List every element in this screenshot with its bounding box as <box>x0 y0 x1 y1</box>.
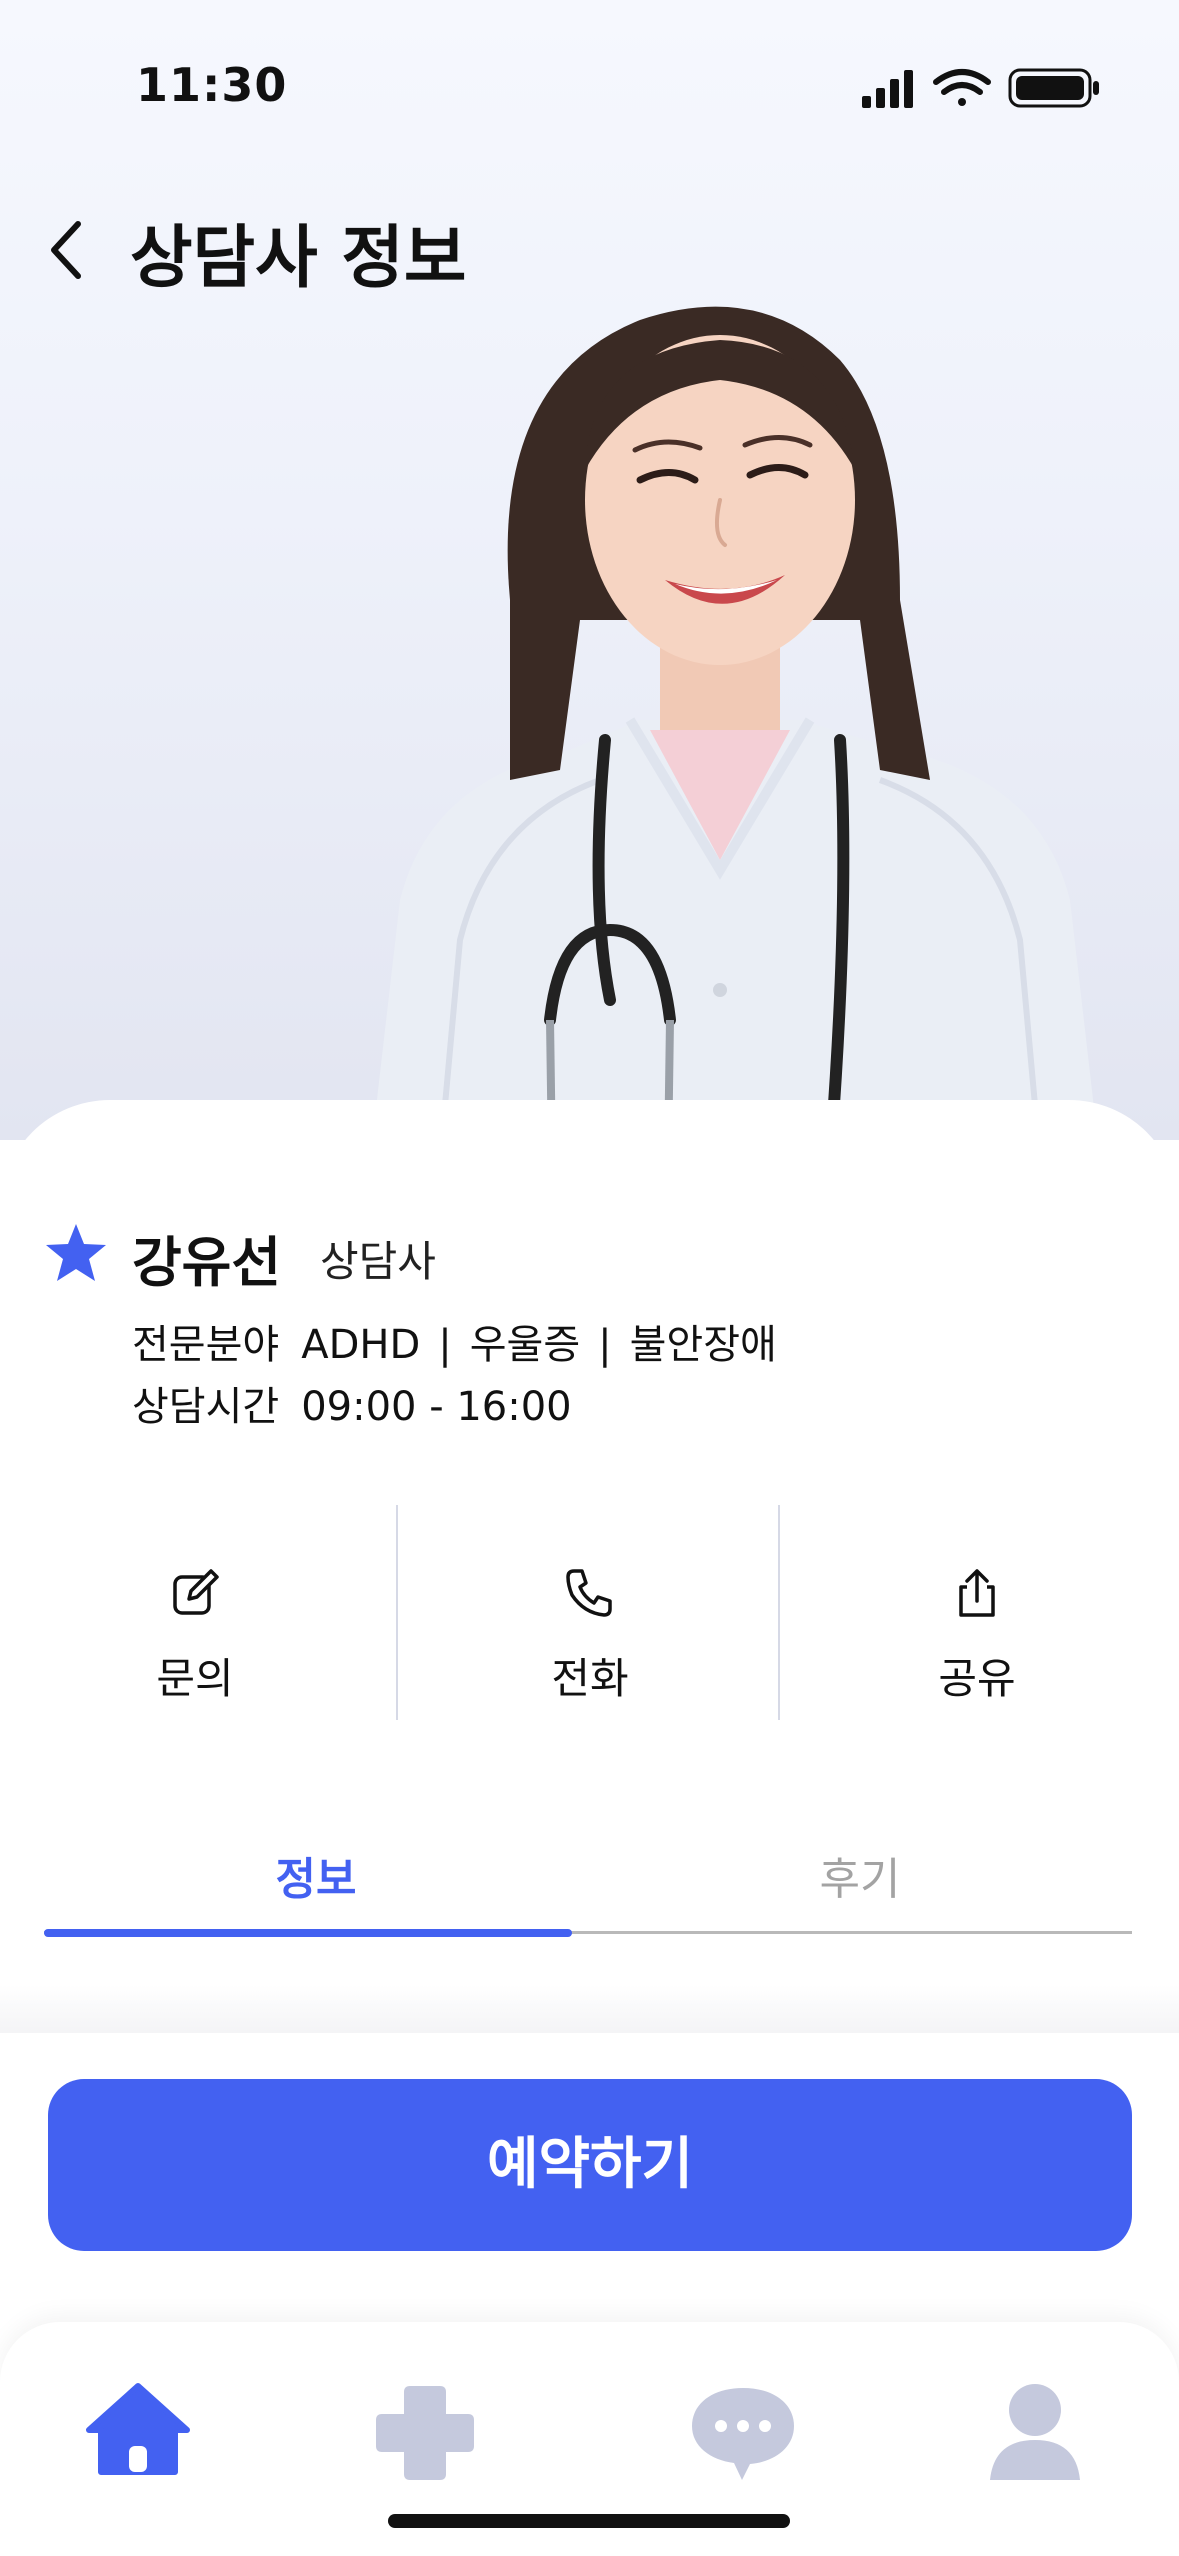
call-button[interactable]: 전화 <box>395 1505 785 1720</box>
separator: | <box>598 1322 612 1368</box>
specialty-line: 전문분야 ADHD | 우울증 | 불안장애 <box>132 1312 777 1370</box>
tab-bar-segment: 정보 후기 <box>44 1840 1132 1940</box>
counselor-photo <box>372 306 1098 1140</box>
phone-icon <box>566 1569 612 1617</box>
action-divider <box>778 1505 780 1720</box>
share-button[interactable]: 공유 <box>782 1505 1172 1720</box>
nav-header: 상담사 정보 <box>0 180 1179 320</box>
page-title: 상담사 정보 <box>130 219 467 298</box>
action-row: 문의 전화 공유 <box>0 1505 1179 1720</box>
medical-cross-icon[interactable] <box>370 2376 480 2486</box>
share-icon <box>959 1569 995 1617</box>
cellular-signal-icon <box>862 70 913 108</box>
wifi-icon <box>933 69 991 106</box>
hours-line: 상담시간 09:00 - 16:00 <box>132 1374 572 1432</box>
hours-value: 09:00 - 16:00 <box>301 1384 572 1430</box>
tab-indicator <box>44 1929 572 1937</box>
home-icon[interactable] <box>83 2376 193 2486</box>
scroll-fade <box>0 1985 1179 2033</box>
specialty-item: 우울증 <box>469 1322 581 1368</box>
hero-section: 11:30 상담사 정보 <box>0 0 1179 1140</box>
share-label: 공유 <box>938 1654 1016 1703</box>
call-label: 전화 <box>551 1654 629 1703</box>
inquiry-button[interactable]: 문의 <box>0 1505 390 1720</box>
battery-icon <box>1008 68 1099 108</box>
tab-info[interactable]: 정보 <box>44 1840 588 1930</box>
counselor-card: 강유선 상담사 전문분야 ADHD | 우울증 | 불안장애 상담시간 09:00 - 16… <box>0 1100 1179 2030</box>
star-icon[interactable] <box>44 1220 108 1284</box>
hours-label: 상담시간 <box>132 1384 280 1430</box>
edit-icon <box>173 1569 219 1615</box>
status-bar: 11:30 <box>0 0 1179 180</box>
separator: | <box>438 1322 452 1368</box>
inquiry-label: 문의 <box>156 1654 234 1703</box>
reserve-button[interactable]: 예약하기 <box>48 2079 1132 2251</box>
cta-area: 예약하기 <box>0 2033 1179 2323</box>
tab-reviews[interactable]: 후기 <box>588 1840 1132 1930</box>
specialty-item: ADHD <box>301 1322 421 1368</box>
profile-icon[interactable] <box>980 2376 1090 2486</box>
status-time: 11:30 <box>136 58 288 112</box>
counselor-role: 상담사 <box>320 1237 436 1286</box>
home-indicator <box>388 2514 790 2528</box>
counselor-name: 강유선 <box>132 1231 282 1294</box>
chat-icon[interactable] <box>688 2376 798 2486</box>
specialty-item: 불안장애 <box>629 1322 777 1368</box>
back-chevron-icon[interactable] <box>40 210 100 290</box>
specialty-label: 전문분야 <box>132 1322 280 1368</box>
status-icons <box>862 68 1099 108</box>
